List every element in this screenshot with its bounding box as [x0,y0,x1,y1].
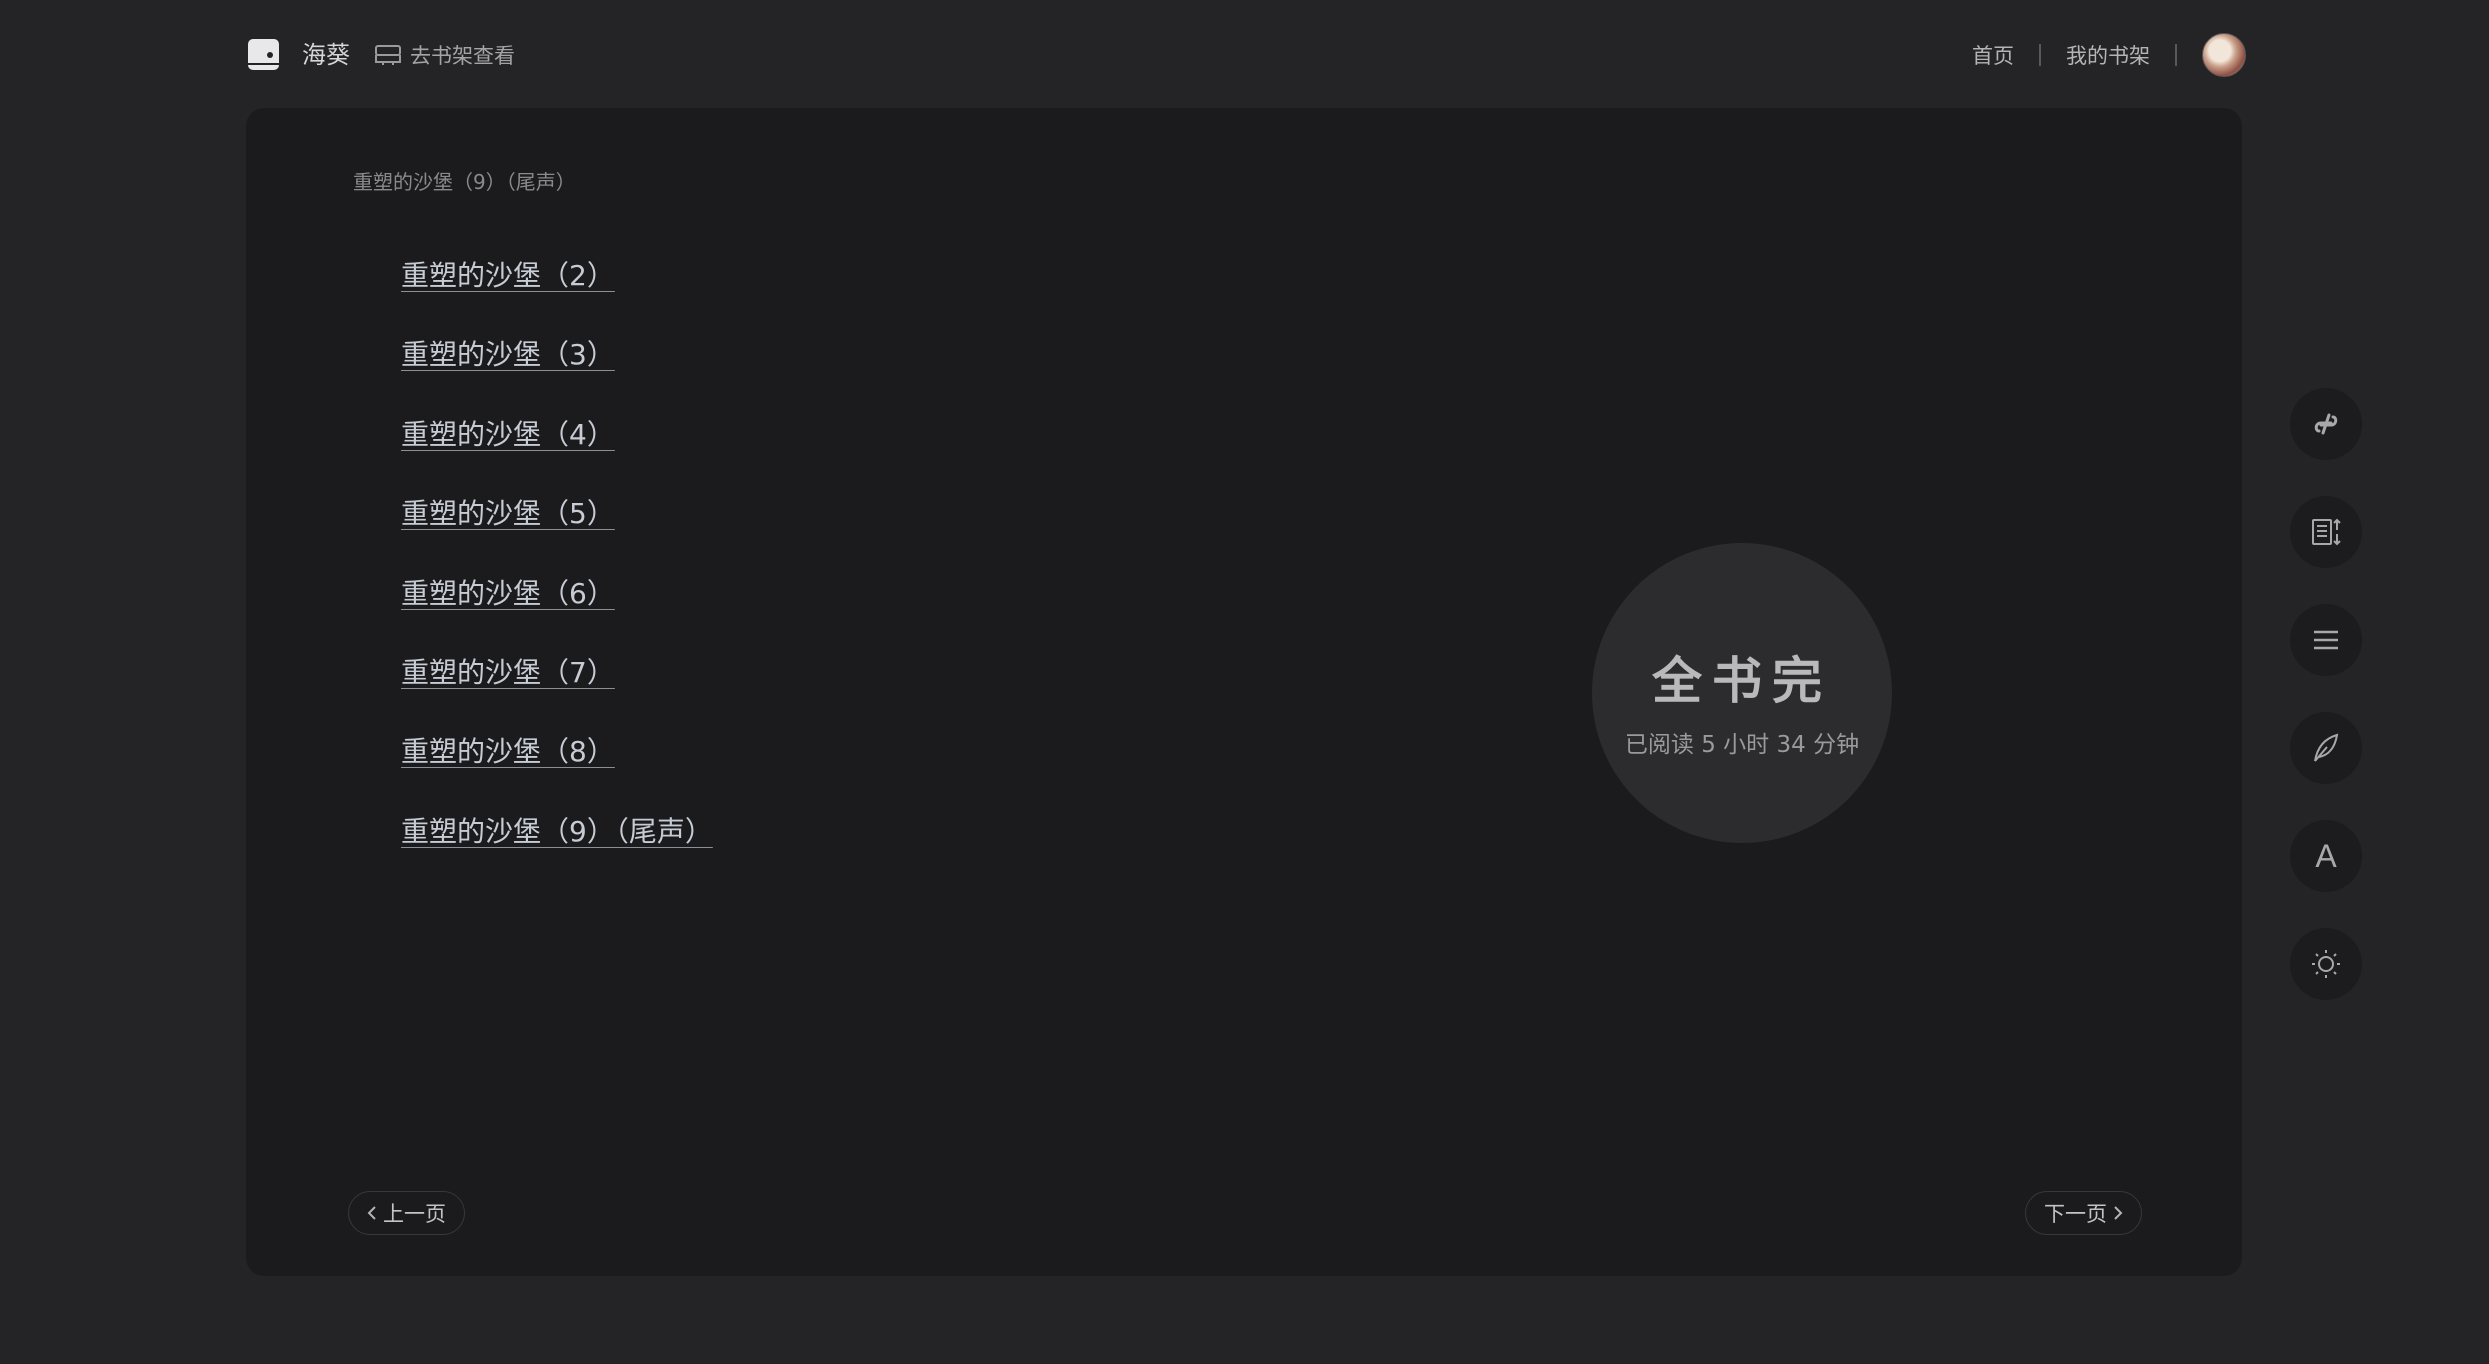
chapter-sort-icon [2312,518,2341,546]
link-icon [2314,413,2338,435]
reader-panel: 重塑的沙堡（9）（尾声） 重塑的沙堡（2） 重塑的沙堡（3） 重塑的沙堡（4） … [246,108,2242,1276]
chapter-sort-button[interactable] [2290,496,2362,568]
chapter-link[interactable]: 重塑的沙堡（5） [401,474,713,553]
shelf-icon [375,45,401,65]
menu-icon [2314,630,2338,650]
app-title[interactable]: 海葵 [302,38,350,72]
reader-toolbar: A [2290,388,2362,1036]
chapter-link[interactable]: 重塑的沙堡（3） [401,315,713,394]
book-finished-title: 全书完 [1652,651,1832,710]
chapter-link[interactable]: 重塑的沙堡（4） [401,395,713,474]
font-icon: A [2315,837,2337,874]
nav-home[interactable]: 首页 [1972,40,2014,70]
chapter-link[interactable]: 重塑的沙堡（7） [401,633,713,712]
prev-page-button[interactable]: 上一页 [348,1191,465,1235]
table-of-contents-button[interactable] [2290,604,2362,676]
chapter-link[interactable]: 重塑的沙堡（6） [401,554,713,633]
next-page-button[interactable]: 下一页 [2025,1191,2142,1235]
reading-time: 已阅读 5 小时 34 分钟 [1624,732,1860,758]
chevron-left-icon [367,1206,376,1220]
font-settings-button[interactable]: A [2290,820,2362,892]
theme-toggle-button[interactable] [2290,928,2362,1000]
nav-divider [2175,44,2177,66]
feather-icon [2314,733,2339,762]
go-to-shelf-link[interactable]: 去书架查看 [374,38,515,72]
chapter-list: 重塑的沙堡（2） 重塑的沙堡（3） 重塑的沙堡（4） 重塑的沙堡（5） 重塑的沙… [401,236,713,871]
next-page-label: 下一页 [2044,1202,2107,1226]
chapter-link[interactable]: 重塑的沙堡（9）（尾声） [401,792,713,871]
go-to-shelf-label: 去书架查看 [410,44,515,68]
nav-my-shelf[interactable]: 我的书架 [2066,40,2150,70]
book-finished-badge: 全书完 已阅读 5 小时 34 分钟 [1592,543,1892,843]
notes-button[interactable] [2290,712,2362,784]
nav-divider [2039,44,2041,66]
chapter-link[interactable]: 重塑的沙堡（2） [401,236,713,315]
top-bar: 海葵 去书架查看 首页 我的书架 [246,30,2246,80]
prev-page-label: 上一页 [383,1202,446,1226]
brightness-icon [2312,950,2340,978]
app-logo[interactable] [248,39,279,70]
chevron-right-icon [2114,1206,2123,1220]
avatar[interactable] [2202,33,2246,77]
chapter-link[interactable]: 重塑的沙堡（8） [401,712,713,791]
current-chapter-title: 重塑的沙堡（9）（尾声） [353,170,576,194]
share-link-button[interactable] [2290,388,2362,460]
top-nav: 首页 我的书架 [1972,32,2246,78]
